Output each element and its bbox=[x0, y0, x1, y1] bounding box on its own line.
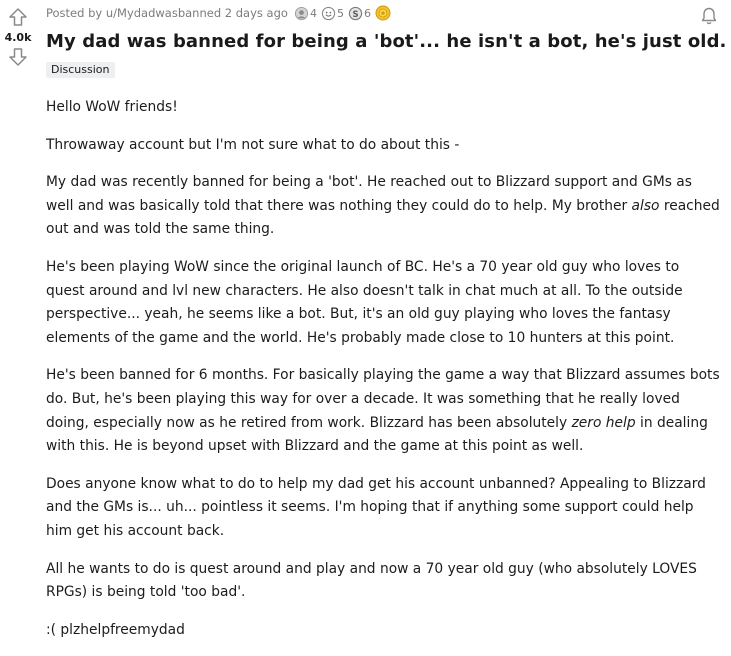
emphasis-text: zero help bbox=[571, 414, 636, 431]
award-item[interactable]: S 6 bbox=[348, 6, 371, 21]
body-paragraph: He's been banned for 6 months. For basic… bbox=[46, 364, 722, 458]
vote-column: 4.0k bbox=[0, 0, 36, 68]
award-count: 6 bbox=[363, 6, 371, 20]
body-paragraph: My dad was recently banned for being a '… bbox=[46, 171, 722, 242]
post-content: Posted by u/Mydadwasbanned 2 days ago 4 … bbox=[46, 0, 731, 656]
body-paragraph: Throwaway account but I'm not sure what … bbox=[46, 136, 460, 153]
body-paragraph: All he wants to do is quest around and p… bbox=[46, 560, 697, 601]
awards-list[interactable]: 4 5 S 6 bbox=[294, 5, 395, 21]
vote-score: 4.0k bbox=[4, 31, 32, 44]
svg-text:S: S bbox=[352, 8, 358, 18]
body-paragraph: He's been playing WoW since the original… bbox=[46, 258, 683, 346]
post-body: Hello WoW friends! Throwaway account but… bbox=[46, 96, 722, 642]
award-item[interactable]: 5 bbox=[321, 6, 344, 21]
emphasis-text: also bbox=[631, 197, 660, 214]
award-count: 5 bbox=[336, 6, 344, 20]
post-meta: Posted by u/Mydadwasbanned 2 days ago 4 … bbox=[46, 0, 731, 26]
award-count: 4 bbox=[309, 6, 317, 20]
body-paragraph: Does anyone know what to do to help my d… bbox=[46, 475, 706, 539]
downvote-button[interactable] bbox=[7, 46, 29, 68]
bell-icon bbox=[701, 7, 717, 25]
upvote-button[interactable] bbox=[7, 6, 29, 28]
body-paragraph: Hello WoW friends! bbox=[46, 99, 178, 115]
award-item[interactable] bbox=[375, 5, 391, 21]
body-paragraph: :( plzhelpfreemydad bbox=[46, 621, 185, 638]
downvote-arrow-icon bbox=[9, 48, 27, 66]
notification-bell-button[interactable] bbox=[699, 6, 719, 30]
post-title[interactable]: My dad was banned for being a 'bot'... h… bbox=[46, 30, 731, 54]
helpful-award-icon bbox=[294, 6, 309, 20]
wholesome-award-icon bbox=[321, 6, 336, 20]
posted-by-text[interactable]: Posted by u/Mydadwasbanned 2 days ago bbox=[46, 6, 288, 20]
upvote-arrow-icon bbox=[9, 8, 27, 26]
silver-award-icon: S bbox=[348, 6, 363, 20]
award-item[interactable]: 4 bbox=[294, 6, 317, 21]
body-text-segment: My dad was recently banned for being a '… bbox=[46, 174, 692, 214]
gold-award-icon bbox=[375, 5, 391, 21]
post-flair[interactable]: Discussion bbox=[46, 62, 115, 78]
